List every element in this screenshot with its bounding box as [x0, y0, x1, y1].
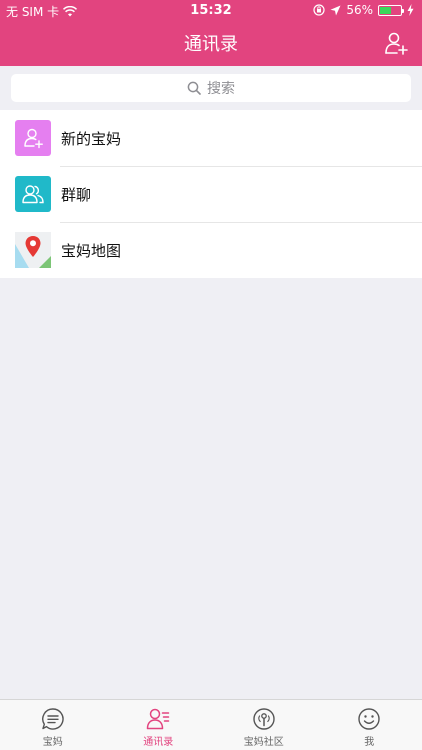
page-title: 通讯录 [184, 34, 238, 55]
group-chat-avatar [15, 176, 51, 212]
list-item-group-chat[interactable]: 群聊 [0, 166, 422, 222]
add-user-icon [24, 128, 43, 149]
search-placeholder: 搜索 [207, 81, 235, 97]
status-bar: 无 SIM 卡 15:32 56% [0, 0, 422, 22]
tab-contacts[interactable]: 通讯录 [106, 700, 212, 750]
tab-bar: 宝妈 通讯录 宝妈社区 我 [0, 699, 422, 750]
smiley-icon [358, 708, 380, 730]
tab-community[interactable]: 宝妈社区 [211, 700, 317, 750]
map-icon [15, 232, 51, 268]
search-icon [187, 81, 201, 95]
mom-map-avatar [15, 232, 51, 268]
list-item-new-moms[interactable]: 新的宝妈 [0, 110, 422, 166]
mom-map-label: 宝妈地图 [61, 241, 122, 260]
new-moms-label: 新的宝妈 [61, 129, 122, 148]
new-moms-avatar [15, 120, 51, 156]
charging-bolt-icon [407, 4, 414, 16]
tab-moms[interactable]: 宝妈 [0, 700, 106, 750]
tab-me[interactable]: 我 [317, 700, 422, 750]
location-arrow-icon [330, 5, 341, 15]
search-area: 搜索 [0, 66, 422, 110]
add-contact-icon[interactable] [384, 31, 408, 55]
rotation-lock-icon [313, 4, 325, 16]
tab-moms-label: 宝妈 [42, 737, 63, 748]
tab-me-label: 我 [364, 737, 375, 748]
tab-contacts-label: 通讯录 [143, 737, 174, 748]
community-icon [253, 708, 275, 730]
search-input[interactable]: 搜索 [11, 74, 411, 102]
contact-menu-list: 新的宝妈 群聊 宝妈地图 [0, 110, 422, 278]
tab-community-label: 宝妈社区 [243, 737, 284, 748]
battery-fill [380, 6, 392, 14]
app-header: 无 SIM 卡 15:32 56% 通讯录 [0, 0, 422, 66]
list-item-mom-map[interactable]: 宝妈地图 [0, 222, 422, 278]
battery-percent: 56% [346, 3, 373, 17]
contacts-icon [147, 708, 170, 730]
group-chat-label: 群聊 [61, 185, 92, 204]
battery-icon [378, 4, 404, 16]
status-right: 56% [313, 3, 414, 17]
chat-bubble-icon [41, 708, 64, 730]
group-icon [22, 185, 44, 204]
